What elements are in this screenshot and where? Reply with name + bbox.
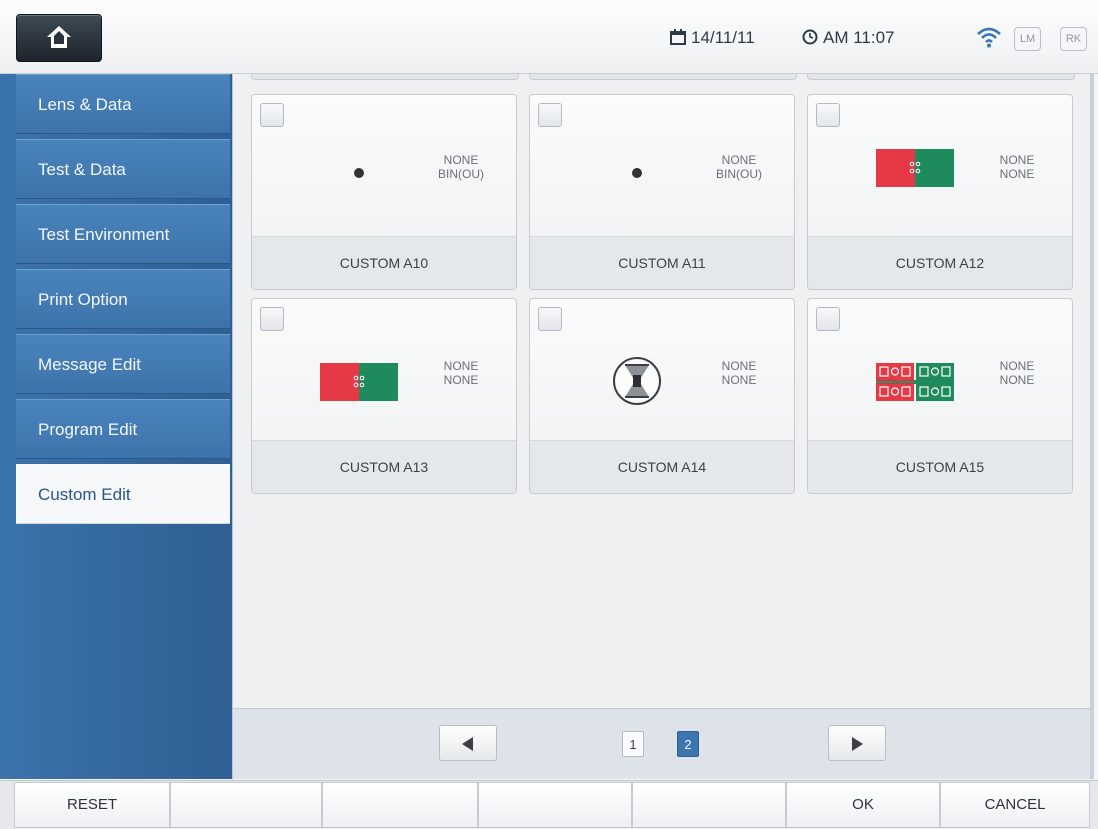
card-info-line1: NONE <box>999 359 1035 373</box>
custom-grid-area: NONE BIN(OU) CUSTOM A10 NONE BIN(OU) CUS… <box>232 74 1094 779</box>
card-info: NONE BIN(OU) <box>704 153 774 181</box>
custom-card-a13[interactable]: NONE NONE CUSTOM A13 <box>251 298 517 494</box>
red-green-chart-icon <box>870 135 960 203</box>
card-stub <box>251 74 519 80</box>
date-text: 14/11/11 <box>691 28 755 47</box>
cancel-button[interactable]: CANCEL <box>940 782 1090 828</box>
calendar-icon <box>670 29 686 45</box>
card-info-line2: NONE <box>999 167 1035 181</box>
next-page-button[interactable] <box>828 725 886 761</box>
custom-card-a10[interactable]: NONE BIN(OU) CUSTOM A10 <box>251 94 517 290</box>
lm-badge: LM <box>1014 27 1041 51</box>
sidebar-item-lens-data[interactable]: Lens & Data <box>16 74 230 134</box>
card-info: NONE NONE <box>982 153 1052 181</box>
empty-button-1[interactable] <box>170 782 322 828</box>
sidebar-item-print-option[interactable]: Print Option <box>16 269 230 329</box>
card-stub <box>529 74 797 80</box>
card-label: CUSTOM A15 <box>808 440 1072 493</box>
card-info-line2: BIN(OU) <box>716 167 762 181</box>
card-label: CUSTOM A11 <box>530 236 794 289</box>
wifi-icon <box>977 27 1001 48</box>
card-info: NONE NONE <box>426 359 496 387</box>
card-checkbox[interactable] <box>260 103 284 127</box>
card-info-line2: BIN(OU) <box>438 167 484 181</box>
ok-button[interactable]: OK <box>786 782 940 828</box>
custom-card-a15[interactable]: NONE NONE CUSTOM A15 <box>807 298 1073 494</box>
card-info: NONE NONE <box>982 359 1052 387</box>
card-label: CUSTOM A13 <box>252 440 516 493</box>
page-1-button[interactable]: 1 <box>622 731 644 757</box>
card-info-line1: NONE <box>443 359 479 373</box>
custom-card-a14[interactable]: NONE NONE CUSTOM A14 <box>529 298 795 494</box>
card-label: CUSTOM A10 <box>252 236 516 289</box>
custom-card-a12[interactable]: NONE NONE CUSTOM A12 <box>807 94 1073 290</box>
card-info-line2: NONE <box>999 373 1035 387</box>
card-checkbox[interactable] <box>260 307 284 331</box>
triangle-right-icon <box>852 737 863 751</box>
date-display: 14/11/11 <box>670 28 755 48</box>
triangle-left-icon <box>462 737 473 751</box>
dot-icon <box>592 135 682 203</box>
home-icon <box>47 26 71 48</box>
grid-chart-icon <box>870 339 960 407</box>
rk-badge: RK <box>1060 27 1087 51</box>
card-checkbox[interactable] <box>538 103 562 127</box>
card-info-line1: NONE <box>721 359 757 373</box>
sidebar: Lens & Data Test & Data Test Environment… <box>0 74 233 779</box>
card-checkbox[interactable] <box>538 307 562 331</box>
card-stub <box>807 74 1075 80</box>
time-display: AM 11:07 <box>802 28 895 48</box>
card-label: CUSTOM A14 <box>530 440 794 493</box>
card-label: CUSTOM A12 <box>808 236 1072 289</box>
card-checkbox[interactable] <box>816 307 840 331</box>
time-text: AM 11:07 <box>823 28 895 47</box>
pagination-bar: 1 2 <box>233 708 1090 779</box>
card-info: NONE BIN(OU) <box>426 153 496 181</box>
sidebar-item-test-data[interactable]: Test & Data <box>16 139 230 199</box>
clock-icon <box>802 29 818 45</box>
page-2-button[interactable]: 2 <box>677 731 699 757</box>
custom-card-a11[interactable]: NONE BIN(OU) CUSTOM A11 <box>529 94 795 290</box>
sidebar-item-custom-edit[interactable]: Custom Edit <box>16 464 230 524</box>
card-info-line1: NONE <box>999 153 1035 167</box>
card-info-line2: NONE <box>721 373 757 387</box>
card-info-line1: NONE <box>443 153 479 167</box>
sidebar-item-message-edit[interactable]: Message Edit <box>16 334 230 394</box>
empty-button-2[interactable] <box>322 782 478 828</box>
empty-button-4[interactable] <box>632 782 786 828</box>
sidebar-item-program-edit[interactable]: Program Edit <box>16 399 230 459</box>
red-green-chart-icon <box>314 339 404 407</box>
card-info-line1: NONE <box>721 153 757 167</box>
prev-page-button[interactable] <box>439 725 497 761</box>
sidebar-item-test-environment[interactable]: Test Environment <box>16 204 230 264</box>
card-info: NONE NONE <box>704 359 774 387</box>
dot-icon <box>314 135 404 203</box>
top-bar: 14/11/11 AM 11:07 LM RK <box>0 0 1098 74</box>
card-info-line2: NONE <box>443 373 479 387</box>
reset-button[interactable]: RESET <box>14 782 170 828</box>
empty-button-3[interactable] <box>478 782 632 828</box>
card-checkbox[interactable] <box>816 103 840 127</box>
home-button[interactable] <box>16 14 102 62</box>
hourglass-chart-icon <box>592 339 682 407</box>
bottom-toolbar: RESET OK CANCEL <box>0 780 1098 829</box>
